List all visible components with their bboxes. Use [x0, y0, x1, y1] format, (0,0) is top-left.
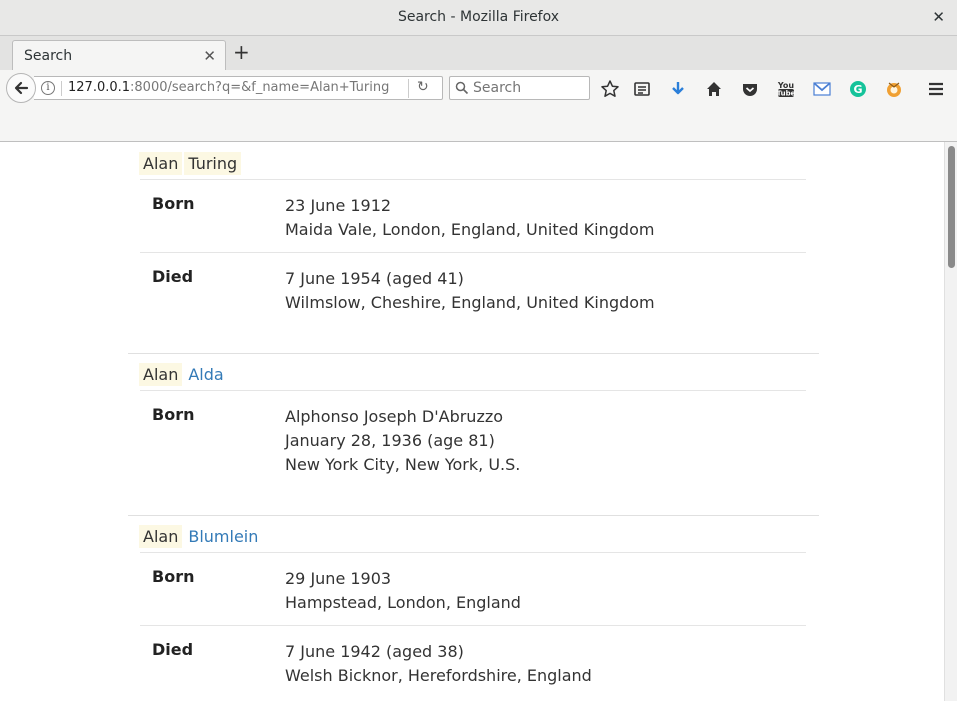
page-content: Alan Turing Born 23 June 1912 Maida Vale,…	[0, 142, 944, 701]
born-date: 29 June 1903	[285, 569, 392, 588]
result-name: Alan Alda	[139, 363, 230, 389]
last-name-link[interactable]: Alda	[184, 363, 227, 386]
reading-list-icon[interactable]	[632, 79, 652, 99]
tab-search[interactable]: Search ✕	[12, 40, 226, 70]
gmail-icon[interactable]	[812, 79, 832, 99]
born-row: Born Alphonso Joseph D'Abruzzo January 2…	[140, 405, 806, 485]
last-name-link[interactable]: Blumlein	[184, 525, 262, 548]
tab-strip: Search ✕ +	[0, 36, 957, 70]
died-value: 7 June 1942 (aged 38) Welsh Bicknor, Her…	[285, 640, 592, 688]
first-name: Alan	[139, 363, 183, 386]
born-label: Born	[152, 405, 195, 424]
died-value: 7 June 1954 (aged 41) Wilmslow, Cheshire…	[285, 267, 655, 315]
born-value: Alphonso Joseph D'Abruzzo January 28, 19…	[285, 405, 520, 477]
row-rule	[140, 625, 806, 626]
result-divider	[128, 353, 819, 354]
died-label: Died	[152, 640, 194, 659]
search-icon	[455, 81, 469, 95]
result-name: Alan Turing	[139, 152, 243, 178]
born-value: 23 June 1912 Maida Vale, London, England…	[285, 194, 654, 242]
page-scrollbar[interactable]	[944, 142, 957, 701]
url-bar[interactable]: i 127.0.0.1:8000/search?q=&f_name=Alan+T…	[34, 76, 443, 100]
reload-separator	[408, 79, 409, 98]
result-card: Alan Alda Born Alphonso Joseph D'Abruzzo …	[128, 363, 819, 513]
died-place: Welsh Bicknor, Herefordshire, England	[285, 666, 592, 685]
result-name: Alan Blumlein	[139, 525, 264, 551]
name-rule	[140, 390, 806, 391]
window-close-icon[interactable]: ✕	[932, 8, 945, 26]
url-host: 127.0.0.1	[68, 80, 131, 95]
url-path: :8000/search?q=&f_name=Alan+Turing	[130, 80, 390, 95]
search-input[interactable]	[473, 79, 583, 97]
born-label: Born	[152, 194, 195, 213]
svg-text:G: G	[853, 83, 862, 96]
born-label: Born	[152, 567, 195, 586]
reload-icon[interactable]: ↻	[417, 79, 429, 95]
died-row: Died 7 June 1942 (aged 38) Welsh Bicknor…	[140, 640, 806, 700]
born-date: 23 June 1912	[285, 196, 392, 215]
youtube-icon[interactable]: You Tube	[776, 79, 796, 99]
site-info-icon[interactable]: i	[41, 81, 55, 95]
pocket-icon[interactable]	[740, 79, 760, 99]
first-name: Alan	[139, 152, 183, 175]
svg-text:Tube: Tube	[777, 90, 796, 98]
grammarly-icon[interactable]: G	[848, 79, 868, 99]
result-card: Alan Turing Born 23 June 1912 Maida Vale,…	[128, 152, 819, 342]
home-icon[interactable]	[704, 79, 724, 99]
window-title: Search - Mozilla Firefox	[397, 9, 560, 25]
last-name: Turing	[184, 152, 242, 175]
extension-icon[interactable]	[884, 79, 904, 99]
died-date: 7 June 1954 (aged 41)	[285, 269, 464, 288]
star-icon[interactable]	[600, 79, 620, 99]
back-arrow-icon	[14, 81, 29, 95]
born-place: Hampstead, London, England	[285, 593, 521, 612]
window-titlebar: Search - Mozilla Firefox ✕	[0, 0, 957, 36]
name-rule	[140, 179, 806, 180]
result-divider	[128, 515, 819, 516]
search-box[interactable]	[449, 76, 590, 100]
new-tab-icon[interactable]: +	[233, 42, 250, 62]
born-place: New York City, New York, U.S.	[285, 455, 521, 474]
scrollbar-thumb[interactable]	[948, 146, 955, 268]
born-value: 29 June 1903 Hampstead, London, England	[285, 567, 521, 615]
died-place: Wilmslow, Cheshire, England, United King…	[285, 293, 655, 312]
url-text[interactable]: 127.0.0.1:8000/search?q=&f_name=Alan+Tur…	[68, 80, 406, 95]
toolbar-spacer	[0, 106, 957, 142]
died-label: Died	[152, 267, 194, 286]
tab-close-icon[interactable]: ✕	[203, 47, 216, 65]
download-icon[interactable]	[668, 79, 688, 99]
back-button[interactable]	[6, 73, 36, 103]
urlbar-separator	[61, 81, 62, 96]
navigation-toolbar: i 127.0.0.1:8000/search?q=&f_name=Alan+T…	[0, 70, 957, 106]
menu-icon[interactable]	[926, 79, 946, 99]
tab-label: Search	[24, 48, 73, 64]
first-name: Alan	[139, 525, 183, 548]
result-card: Alan Blumlein Born 29 June 1903 Hampstead…	[128, 525, 819, 701]
died-row: Died 7 June 1954 (aged 41) Wilmslow, Che…	[140, 267, 806, 327]
died-date: 7 June 1942 (aged 38)	[285, 642, 464, 661]
born-row: Born 23 June 1912 Maida Vale, London, En…	[140, 194, 806, 254]
row-rule	[140, 252, 806, 253]
name-rule	[140, 552, 806, 553]
born-place: Maida Vale, London, England, United King…	[285, 220, 655, 239]
born-date: January 28, 1936 (age 81)	[285, 431, 495, 450]
born-row: Born 29 June 1903 Hampstead, London, Eng…	[140, 567, 806, 627]
birth-name: Alphonso Joseph D'Abruzzo	[285, 407, 504, 426]
